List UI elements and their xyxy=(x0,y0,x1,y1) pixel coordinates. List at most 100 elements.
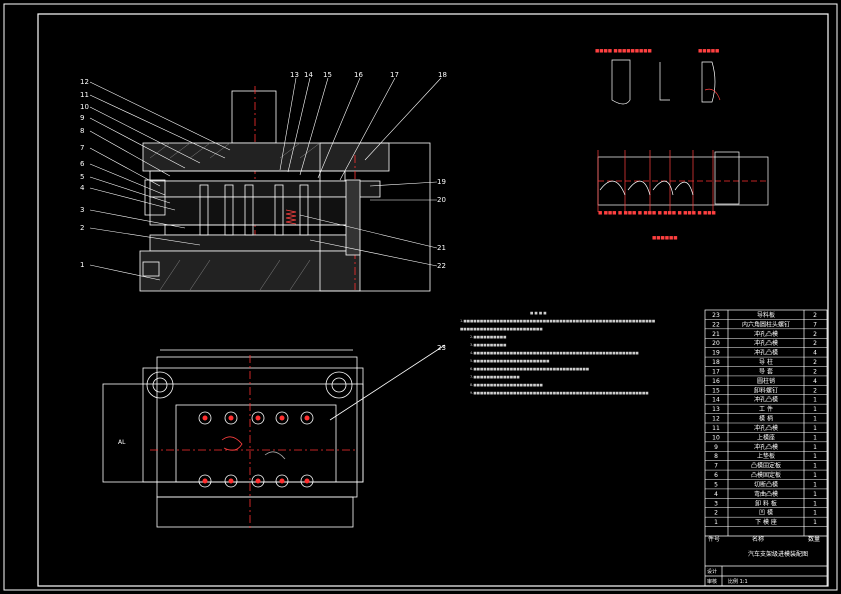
callout-21: 21 xyxy=(437,244,446,252)
sign-design: 设计 xyxy=(707,568,717,575)
bom-item-qty: 1 xyxy=(813,406,817,413)
bom-item-no: 16 xyxy=(712,378,720,385)
bom-item-no: 19 xyxy=(712,350,720,357)
svg-text:5.■■■■■■■■■■■■■■■■■■■■■■■: 5.■■■■■■■■■■■■■■■■■■■■■■■ xyxy=(470,359,549,363)
callout-23: 23 xyxy=(437,344,446,352)
bom-item-qty: 1 xyxy=(813,491,817,498)
callout-19: 19 xyxy=(437,178,446,186)
bom-item-qty: 1 xyxy=(813,453,817,460)
bom-item-qty: 2 xyxy=(813,368,817,375)
sign-check: 审核 xyxy=(707,578,717,585)
svg-text:■■■■■: ■■■■■ xyxy=(698,49,719,54)
callout-2: 2 xyxy=(80,224,84,232)
callout-18: 18 xyxy=(438,71,447,79)
bom-item-name: 冲孔凸模 xyxy=(754,330,778,338)
callout-5: 5 xyxy=(80,173,84,181)
bom-item-qty: 2 xyxy=(813,340,817,347)
bom-item-qty: 1 xyxy=(813,472,817,479)
bom-item-no: 15 xyxy=(712,387,720,394)
callout-3: 3 xyxy=(80,206,84,214)
bom-item-name: 冲孔凸模 xyxy=(754,396,778,404)
callout-13: 13 xyxy=(290,71,299,79)
strip-layout xyxy=(597,59,769,212)
bom-item-name: 下 模 座 xyxy=(755,518,777,526)
svg-text:9.■■■■■■■■■■■■■■■■■■■■■■■■■■■■: 9.■■■■■■■■■■■■■■■■■■■■■■■■■■■■■■■■■■■■■■… xyxy=(470,391,649,395)
bom-item-name: 冲孔凸模 xyxy=(754,424,778,432)
bom-item-name: 凸模固定板 xyxy=(751,462,781,470)
svg-text:4.■■■■■■■■■■■■■■■■■■■■■■■■■■■■: 4.■■■■■■■■■■■■■■■■■■■■■■■■■■■■■■■■■■■■■■… xyxy=(470,351,639,355)
bom-item-qty: 2 xyxy=(813,312,817,319)
outer-frame xyxy=(3,3,838,591)
bom-item-no: 23 xyxy=(712,312,720,319)
callout-8: 8 xyxy=(80,127,84,135)
bom-item-no: 14 xyxy=(712,397,720,404)
bom-item-name: 导 套 xyxy=(759,367,773,375)
bom-item-qty: 1 xyxy=(813,444,817,451)
callout-4: 4 xyxy=(80,184,85,192)
drawing-border xyxy=(37,13,829,587)
bom-item-name: 弯曲凸模 xyxy=(754,490,778,498)
bom-item-no: 13 xyxy=(712,406,720,413)
bom-item-name: 冲孔凸模 xyxy=(754,349,778,357)
bom-item-name: 内六角圆柱头螺钉 xyxy=(742,320,790,328)
svg-text:■■■■ ■■■■■■■■■: ■■■■ ■■■■■■■■■ xyxy=(595,49,652,54)
bom-header-qty: 数量 xyxy=(808,535,820,543)
callout-10: 10 xyxy=(80,103,89,111)
tech-requirements: ■ ■ ■ ■ 1.■■■■■■■■■■■■■■■■■■■■■■■■■■■■■■… xyxy=(460,311,655,395)
bom-item-qty: 1 xyxy=(813,500,817,507)
bom-item-qty: 1 xyxy=(813,481,817,488)
bom-item-no: 12 xyxy=(712,416,720,423)
svg-text:7.■■■■■■■■■■■■■■: 7.■■■■■■■■■■■■■■ xyxy=(470,375,520,379)
svg-text:6.■■■■■■■■■■■■■■■■■■■■■■■■■■■■: 6.■■■■■■■■■■■■■■■■■■■■■■■■■■■■■■■■■■■ xyxy=(470,367,589,371)
bom-header-name: 名称 xyxy=(752,535,764,543)
svg-text:1.■■■■■■■■■■■■■■■■■■■■■■■■■■■■: 1.■■■■■■■■■■■■■■■■■■■■■■■■■■■■■■■■■■■■■■… xyxy=(460,319,655,323)
bom-item-name: 凹 模 xyxy=(759,509,773,517)
bom-item-name: 上垫板 xyxy=(757,452,775,460)
svg-text:8.■■■■■■■■■■■■■■■■■■■■■: 8.■■■■■■■■■■■■■■■■■■■■■ xyxy=(470,383,543,387)
bom-item-no: 17 xyxy=(712,368,720,375)
bom-item-no: 20 xyxy=(712,340,720,347)
bom-item-qty: 1 xyxy=(813,434,817,441)
bom-item-no: 1 xyxy=(714,519,718,526)
bom-item-name: 切断凸模 xyxy=(754,480,778,488)
bom-item-no: 18 xyxy=(712,359,720,366)
callout-22: 22 xyxy=(437,262,446,270)
bom-item-name: 导料板 xyxy=(757,311,775,319)
bom-item-qty: 1 xyxy=(813,510,817,517)
svg-text:■ ■■■ ■ ■■■ ■ ■■■ ■ ■■■ ■ ■■■: ■ ■■■ ■ ■■■ ■ ■■■ ■ ■■■ ■ ■■■ ■ ■■■ xyxy=(598,211,716,216)
callout-17: 17 xyxy=(390,71,399,79)
bom-item-no: 10 xyxy=(712,434,720,441)
bom-item-qty: 4 xyxy=(813,350,817,357)
bom-item-name: 上模座 xyxy=(757,433,775,441)
bom-item-qty: 1 xyxy=(813,519,817,526)
bom-item-name: 卸 料 板 xyxy=(755,499,777,507)
bom-item-qty: 7 xyxy=(813,321,817,328)
bom-item-name: 冲孔凸模 xyxy=(754,339,778,347)
drawing-title: 汽车支架级进模装配图 xyxy=(748,550,808,558)
callouts-top-group: 13 14 15 16 17 18 xyxy=(290,71,447,79)
callout-1: 1 xyxy=(80,261,84,269)
callout-16: 16 xyxy=(354,71,363,79)
svg-text:■■■■■■■■■■■■■■■■■■■■■■■■■: ■■■■■■■■■■■■■■■■■■■■■■■■■ xyxy=(460,327,543,331)
bom-item-name: 冲孔凸模 xyxy=(754,443,778,451)
scale-label: 比例 1:1 xyxy=(728,578,748,585)
bom-item-name: 模 柄 xyxy=(759,415,773,423)
bom-item-name: 导 柱 xyxy=(759,358,773,366)
callout-6: 6 xyxy=(80,160,85,168)
bom-item-qty: 1 xyxy=(813,463,817,470)
bom-header-no: 件号 xyxy=(708,535,720,543)
callout-15: 15 xyxy=(323,71,332,79)
drawing-canvas: ■■■■ ■■■■■■■■■ ■■■■■ ■ ■■■ ■ ■■■ ■ ■■■ ■… xyxy=(3,3,838,591)
bom-item-no: 22 xyxy=(712,321,720,328)
bom-item-qty: 4 xyxy=(813,378,817,385)
bom-item-no: 21 xyxy=(712,331,720,338)
callout-20: 20 xyxy=(437,196,446,204)
bom-item-no: 2 xyxy=(714,510,718,517)
bom-item-qty: 2 xyxy=(813,331,817,338)
bom-item-no: 5 xyxy=(714,481,718,488)
bom-item-no: 7 xyxy=(714,463,718,470)
bom-item-no: 6 xyxy=(714,472,718,479)
callout-9: 9 xyxy=(80,114,84,122)
svg-text:■ ■ ■ ■: ■ ■ ■ ■ xyxy=(530,311,547,315)
bom-item-no: 8 xyxy=(714,453,718,460)
